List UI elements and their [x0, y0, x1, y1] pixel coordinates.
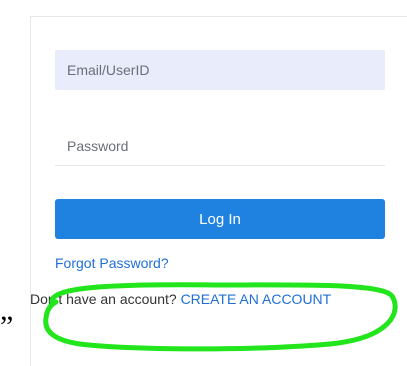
stray-quote-mark: ” [0, 310, 14, 343]
screenshot-stage: Log In Forgot Password? Don't have an ac… [0, 0, 407, 366]
password-field[interactable] [55, 126, 385, 166]
login-button[interactable]: Log In [55, 199, 385, 239]
login-card: Log In Forgot Password? [30, 16, 407, 366]
create-account-link[interactable]: CREATE AN ACCOUNT [181, 291, 332, 307]
signup-prompt-text: Don't have an account? [30, 291, 181, 307]
forgot-password-link[interactable]: Forgot Password? [55, 255, 169, 271]
email-field[interactable] [55, 50, 385, 90]
signup-row: Don't have an account? CREATE AN ACCOUNT [30, 291, 331, 307]
login-panel: Log In Forgot Password? [30, 16, 407, 366]
